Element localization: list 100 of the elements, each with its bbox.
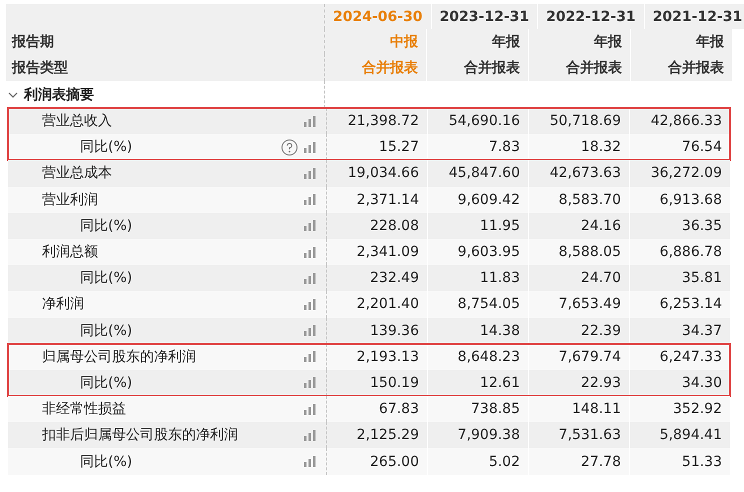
value-cell: 45,847.60 xyxy=(427,160,528,187)
value-cell: 42,673.63 xyxy=(528,160,629,187)
value-cell: 738.85 xyxy=(427,396,528,422)
bar-chart-icon[interactable] xyxy=(304,298,316,310)
row-label: 营业利润 xyxy=(42,190,99,209)
value-cell: 12.61 xyxy=(427,370,528,396)
value-cell: 34.37 xyxy=(629,318,730,344)
column-header: 合并报表 xyxy=(630,54,732,81)
column-header: 年报 xyxy=(630,29,732,54)
value-cell: 8,754.05 xyxy=(427,291,528,318)
value-cell: 2,193.13 xyxy=(326,344,427,370)
column-header: 中报 xyxy=(324,29,426,54)
value-cell: 7.83 xyxy=(427,134,528,160)
column-header: 2022-12-31 xyxy=(537,4,644,29)
row-label: 营业总成本 xyxy=(42,164,113,182)
bar-chart-icon[interactable] xyxy=(304,272,316,284)
value-cell: 2,371.14 xyxy=(326,186,427,213)
value-cell: 11.83 xyxy=(427,265,528,292)
row-label: 归属母公司股东的净利润 xyxy=(42,348,197,366)
column-header: 2024-06-30 xyxy=(324,4,431,29)
value-cell: 24.16 xyxy=(528,212,629,239)
value-cell: 21,398.72 xyxy=(326,108,427,134)
bar-chart-icon[interactable] xyxy=(304,404,316,415)
row-label: 净利润 xyxy=(42,295,85,314)
value-cell: 76.54 xyxy=(629,134,730,160)
bar-chart-icon[interactable] xyxy=(304,325,316,336)
value-cell: 7,679.74 xyxy=(528,344,629,370)
bar-chart-icon[interactable] xyxy=(304,220,316,232)
help-icon[interactable] xyxy=(281,138,298,156)
value-cell: 19,034.66 xyxy=(326,160,427,187)
value-cell: 11.95 xyxy=(427,212,528,239)
value-cell: 6,253.14 xyxy=(629,291,730,318)
value-cell: 8,583.70 xyxy=(528,186,629,213)
value-cell: 2,201.40 xyxy=(326,291,427,318)
row-label: 营业总收入 xyxy=(42,112,113,130)
value-cell: 9,609.42 xyxy=(427,186,528,213)
value-cell: 24.70 xyxy=(528,265,629,292)
bar-chart-icon[interactable] xyxy=(304,430,316,441)
bar-chart-icon[interactable] xyxy=(304,194,316,206)
value-cell: 22.39 xyxy=(528,318,629,344)
row-label: 同比(%) xyxy=(80,216,134,235)
value-cell: 6,913.68 xyxy=(629,186,730,213)
column-header: 年报 xyxy=(528,29,630,54)
column-header: 2023-12-31 xyxy=(430,4,538,29)
value-cell: 150.19 xyxy=(326,370,427,396)
row-label: 非经常性损益 xyxy=(42,400,127,418)
header-label: 报告类型 xyxy=(10,58,68,76)
value-cell: 139.36 xyxy=(326,318,427,344)
section-title: 利润表摘要 xyxy=(24,86,94,104)
bar-chart-icon[interactable] xyxy=(304,116,316,127)
value-cell: 22.93 xyxy=(528,370,629,396)
value-cell: 9,603.95 xyxy=(427,238,528,266)
column-header: 合并报表 xyxy=(426,54,528,81)
row-label: 同比(%) xyxy=(80,269,134,288)
value-cell: 27.78 xyxy=(528,448,629,475)
bar-chart-icon[interactable] xyxy=(304,456,316,468)
bar-chart-icon[interactable] xyxy=(304,377,316,388)
value-cell: 36,272.09 xyxy=(629,160,730,187)
value-cell: 67.83 xyxy=(326,396,427,422)
value-cell: 2,125.29 xyxy=(326,422,427,448)
row-label: 同比(%) xyxy=(80,452,134,471)
value-cell: 232.49 xyxy=(326,265,427,292)
value-cell: 14.38 xyxy=(427,318,528,344)
value-cell: 15.27 xyxy=(326,134,427,160)
value-cell: 148.11 xyxy=(528,396,629,422)
column-header: 合并报表 xyxy=(528,54,630,81)
value-cell: 8,588.05 xyxy=(528,238,629,266)
value-cell: 7,909.38 xyxy=(427,422,528,448)
row-label: 同比(%) xyxy=(80,322,134,340)
column-header: 2021-12-31 xyxy=(644,4,744,29)
row-label: 同比(%) xyxy=(80,138,134,156)
bar-chart-icon[interactable] xyxy=(304,351,316,362)
chevron-icon[interactable] xyxy=(8,90,18,100)
value-cell: 352.92 xyxy=(629,396,730,422)
row-label: 利润总额 xyxy=(42,243,99,262)
column-header: 合并报表 xyxy=(324,54,426,81)
column-header: 年报 xyxy=(426,29,528,54)
value-cell: 8,648.23 xyxy=(427,344,528,370)
value-cell: 35.81 xyxy=(629,265,730,292)
bar-chart-icon[interactable] xyxy=(304,246,316,258)
value-cell: 2,341.09 xyxy=(326,238,427,266)
value-cell: 7,531.63 xyxy=(528,422,629,448)
value-cell: 51.33 xyxy=(629,448,730,475)
value-cell: 42,866.33 xyxy=(629,108,730,134)
value-cell: 5,894.41 xyxy=(629,422,730,448)
value-cell: 6,886.78 xyxy=(629,238,730,266)
value-cell: 228.08 xyxy=(326,212,427,239)
value-cell: 265.00 xyxy=(326,448,427,475)
bar-chart-icon[interactable] xyxy=(304,168,316,179)
value-cell: 54,690.16 xyxy=(427,108,528,134)
header-label: 报告期 xyxy=(10,32,54,50)
row-label: 扣非后归属母公司股东的净利润 xyxy=(42,426,239,444)
row-label: 同比(%) xyxy=(80,374,134,392)
value-cell: 6,247.33 xyxy=(629,344,730,370)
value-cell: 50,718.69 xyxy=(528,108,629,134)
value-cell: 5.02 xyxy=(427,448,528,475)
value-cell: 34.30 xyxy=(629,370,730,396)
value-cell: 18.32 xyxy=(528,134,629,160)
value-cell: 36.35 xyxy=(629,212,730,239)
bar-chart-icon[interactable] xyxy=(304,142,316,153)
